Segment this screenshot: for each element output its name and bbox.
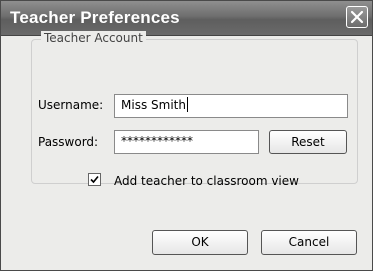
text-caret <box>186 97 188 112</box>
password-label: Password: <box>38 135 99 149</box>
cancel-button[interactable]: Cancel <box>261 230 357 255</box>
username-label: Username: <box>38 98 104 112</box>
close-button[interactable] <box>346 6 368 28</box>
add-to-classroom-checkbox[interactable] <box>88 173 101 186</box>
username-field[interactable]: Miss Smith <box>114 94 348 118</box>
group-label: Teacher Account <box>41 31 146 45</box>
password-value: ************ <box>121 134 193 148</box>
username-value: Miss Smith <box>121 98 186 112</box>
close-x-icon <box>350 10 364 24</box>
dialog-title: Teacher Preferences <box>10 8 180 27</box>
reset-button[interactable]: Reset <box>269 130 347 154</box>
ok-button[interactable]: OK <box>152 230 248 255</box>
checkmark-icon <box>90 175 99 184</box>
password-field[interactable]: ************ <box>114 130 259 154</box>
checkbox-label: Add teacher to classroom view <box>114 174 299 188</box>
